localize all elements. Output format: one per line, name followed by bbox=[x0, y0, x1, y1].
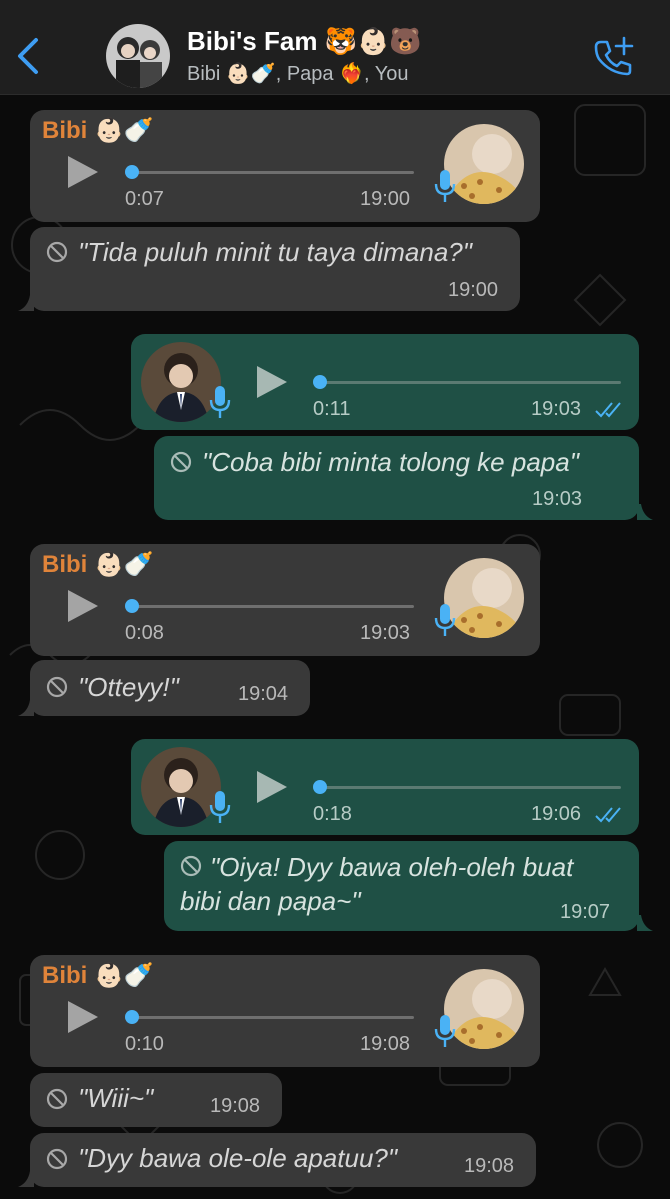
message-time: 19:08 bbox=[464, 1155, 515, 1177]
deleted-message-icon bbox=[46, 676, 68, 698]
voice-duration: 0:08 bbox=[125, 622, 164, 644]
outgoing-text-message[interactable]: "Coba bibi minta tolong ke papa" 19:03 bbox=[154, 436, 639, 520]
message-text: "Otteyy!" bbox=[78, 672, 179, 702]
play-icon[interactable] bbox=[68, 1001, 98, 1033]
message-time: 19:03 bbox=[532, 488, 583, 510]
message-text: "Tida puluh minit tu taya dimana?" bbox=[78, 237, 472, 267]
incoming-voice-message[interactable]: Bibi 👶🏻🍼 0:07 19:00 bbox=[30, 110, 540, 222]
message-time: 19:08 bbox=[360, 1033, 411, 1055]
bubble-tail bbox=[18, 295, 34, 311]
deleted-message-icon bbox=[180, 855, 202, 877]
deleted-message-icon bbox=[170, 451, 192, 473]
message-time: 19:07 bbox=[560, 901, 611, 923]
message-text-line2: bibi dan papa~" bbox=[180, 886, 361, 916]
incoming-voice-message[interactable]: Bibi 👶🏻🍼 0:10 19:08 bbox=[30, 955, 540, 1067]
chat-participants: Bibi 👶🏻🍼, Papa ❤️‍🔥, You bbox=[187, 63, 409, 85]
voice-scrubber-knob[interactable] bbox=[125, 165, 139, 179]
sender-name: Bibi 👶🏻🍼 bbox=[42, 551, 154, 578]
play-icon[interactable] bbox=[68, 156, 98, 188]
add-call-icon[interactable] bbox=[592, 36, 634, 78]
deleted-message-icon bbox=[46, 241, 68, 263]
message-time: 19:03 bbox=[360, 622, 411, 644]
message-time: 19:03 bbox=[531, 398, 582, 420]
bubble-tail bbox=[637, 504, 653, 520]
sender-name: Bibi 👶🏻🍼 bbox=[42, 962, 154, 989]
play-icon[interactable] bbox=[257, 366, 287, 398]
sender-avatar bbox=[444, 969, 524, 1049]
incoming-text-message[interactable]: "Tida puluh minit tu taya dimana?" 19:00 bbox=[30, 227, 520, 311]
voice-duration: 0:18 bbox=[313, 803, 352, 825]
bubble-tail bbox=[637, 915, 653, 931]
read-receipt-icon bbox=[595, 402, 621, 418]
voice-progress-track[interactable] bbox=[126, 171, 414, 174]
voice-duration: 0:07 bbox=[125, 188, 164, 210]
sender-name: Bibi 👶🏻🍼 bbox=[42, 117, 154, 144]
play-icon[interactable] bbox=[257, 771, 287, 803]
message-text-line1: "Oiya! Dyy bawa oleh-oleh buat bbox=[210, 852, 574, 882]
outgoing-voice-message[interactable]: 0:18 19:06 bbox=[131, 739, 639, 835]
microphone-icon bbox=[209, 386, 231, 418]
sender-avatar bbox=[444, 558, 524, 638]
message-time: 19:00 bbox=[360, 188, 411, 210]
voice-scrubber-knob[interactable] bbox=[313, 375, 327, 389]
voice-progress-track[interactable] bbox=[321, 786, 621, 789]
bubble-tail bbox=[18, 1171, 34, 1187]
play-icon[interactable] bbox=[68, 590, 98, 622]
incoming-voice-message[interactable]: Bibi 👶🏻🍼 0:08 19:03 bbox=[30, 544, 540, 656]
read-receipt-icon bbox=[595, 807, 621, 823]
incoming-text-message[interactable]: "Dyy bawa ole-ole apatuu?" 19:08 bbox=[30, 1133, 536, 1187]
voice-progress-track[interactable] bbox=[321, 381, 621, 384]
microphone-icon bbox=[434, 170, 456, 202]
outgoing-text-message[interactable]: "Oiya! Dyy bawa oleh-oleh buat bibi dan … bbox=[164, 841, 639, 931]
bubble-tail bbox=[18, 700, 34, 716]
incoming-text-message[interactable]: "Otteyy!" 19:04 bbox=[30, 660, 310, 716]
message-text: "Wiii~" bbox=[78, 1083, 154, 1113]
incoming-text-message[interactable]: "Wiii~" 19:08 bbox=[30, 1073, 282, 1127]
message-text: "Coba bibi minta tolong ke papa" bbox=[202, 447, 579, 477]
voice-scrubber-knob[interactable] bbox=[313, 780, 327, 794]
message-text: "Dyy bawa ole-ole apatuu?" bbox=[78, 1143, 398, 1173]
chat-title[interactable]: Bibi's Fam 🐯👶🏻🐻 bbox=[187, 26, 422, 57]
voice-duration: 0:10 bbox=[125, 1033, 164, 1055]
message-time: 19:08 bbox=[210, 1095, 261, 1117]
message-time: 19:00 bbox=[448, 279, 499, 301]
outgoing-voice-message[interactable]: 0:11 19:03 bbox=[131, 334, 639, 430]
chat-header: Bibi's Fam 🐯👶🏻🐻 Bibi 👶🏻🍼, Papa ❤️‍🔥, You bbox=[0, 0, 670, 95]
message-time: 19:06 bbox=[531, 803, 582, 825]
microphone-icon bbox=[209, 791, 231, 823]
group-avatar[interactable] bbox=[106, 24, 170, 88]
deleted-message-icon bbox=[46, 1148, 68, 1170]
voice-duration: 0:11 bbox=[313, 398, 351, 420]
microphone-icon bbox=[434, 1015, 456, 1047]
back-chevron-icon[interactable] bbox=[14, 34, 42, 78]
voice-scrubber-knob[interactable] bbox=[125, 1010, 139, 1024]
microphone-icon bbox=[434, 604, 456, 636]
deleted-message-icon bbox=[46, 1088, 68, 1110]
sender-avatar bbox=[444, 124, 524, 204]
voice-progress-track[interactable] bbox=[126, 1016, 414, 1019]
message-time: 19:04 bbox=[238, 683, 289, 705]
voice-progress-track[interactable] bbox=[126, 605, 414, 608]
voice-scrubber-knob[interactable] bbox=[125, 599, 139, 613]
